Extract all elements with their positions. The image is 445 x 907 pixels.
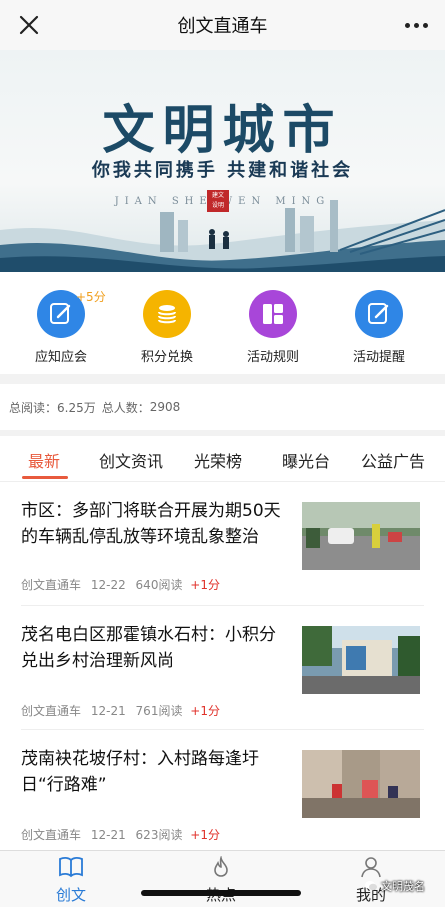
article-points: +1分 [190,828,220,842]
article-points: +1分 [190,704,220,718]
stats-bar: 总阅读： 6.25万 总人数： 2908 [0,384,445,430]
action-exchange-label: 积分兑换 [140,350,193,365]
reads-value: 6.25万 [57,400,96,415]
banner-headline: 文明城市 [102,100,343,161]
action-reminder[interactable]: 活动提醒 [334,290,424,365]
article-source: 创文直通车 [21,704,82,718]
coins-icon [143,290,191,338]
nav-hot[interactable]: 热点 [181,854,261,905]
article-date: 12-21 [90,704,126,718]
article-thumbnail [302,502,420,570]
nav-chuangwen[interactable]: 创文 [31,856,111,905]
banner-seal: 建文 设明 [207,190,229,212]
quick-actions: 应知应会 +5分 积分兑换 活动规则 活动提醒 [0,272,445,374]
action-reminder-label: 活动提醒 [352,350,405,365]
article-thumbnail [302,750,420,818]
people-value: 2908 [149,400,181,414]
article-thumbnail [302,626,420,694]
edit-icon [355,290,403,338]
article-meta: 创文直通车 12-21 623阅读 +1分 [21,826,220,843]
more-icon[interactable] [401,10,431,40]
book-icon [31,856,111,882]
active-tab-indicator [22,476,68,479]
nav-label: 创文 [55,886,86,904]
tab-public-ads[interactable]: 公益广告 [361,448,425,472]
action-bonus-badge: +5分 [76,290,106,304]
watermark-text: 文明茂名 [381,880,425,893]
watermark: 文明茂名 [364,878,425,894]
article-source: 创文直通车 [21,578,82,592]
action-rules[interactable]: 活动规则 [228,290,318,365]
article-date: 12-22 [90,578,126,592]
flame-icon [181,854,261,882]
action-rules-label: 活动规则 [246,350,299,365]
tab-latest[interactable]: 最新 [28,448,60,472]
article-meta: 创文直通车 12-21 761阅读 +1分 [21,702,220,719]
tab-honor[interactable]: 光荣榜 [194,448,242,472]
tab-news[interactable]: 创文资讯 [99,448,163,472]
action-learn[interactable]: 应知应会 +5分 [16,290,106,365]
chat-icon [365,881,377,891]
article-meta: 创文直通车 12-22 640阅读 +1分 [21,576,220,593]
app-page: 创文直通车 文明城市 你我共同携手 共建和谐社会 JIAN SHE WEN MI… [0,0,445,907]
article-source: 创文直通车 [21,828,82,842]
list-item[interactable]: 茂南袂花坡仔村：入村路每逢圩日“行路难” 创文直通车 12-21 623阅读 +… [0,730,445,854]
article-date: 12-21 [90,828,126,842]
tab-exposure[interactable]: 曝光台 [282,448,330,472]
list-item[interactable]: 市区：多部门将联合开展为期50天的车辆乱停乱放等环境乱象整治 创文直通车 12-… [0,482,445,606]
action-learn-label: 应知应会 [34,350,87,365]
article-reads: 623阅读 [135,828,183,842]
people-label: 总人数： [101,400,150,415]
list-item[interactable]: 茂名电白区那霍镇水石村：小积分兑出乡村治理新风尚 创文直通车 12-21 761… [0,606,445,730]
banner-subline: 你我共同携手 共建和谐社会 [91,160,354,181]
reads-label: 总阅读： [9,400,58,415]
top-bar: 创文直通车 [0,0,445,50]
action-exchange[interactable]: 积分兑换 [122,290,212,365]
banner-image[interactable]: 文明城市 你我共同携手 共建和谐社会 JIAN SHE WEN MING 建文设… [0,50,445,272]
grid-icon [249,290,297,338]
article-points: +1分 [190,578,220,592]
article-reads: 761阅读 [135,704,183,718]
article-reads: 640阅读 [135,578,183,592]
close-icon[interactable] [14,10,44,40]
page-title: 创文直通车 [177,16,268,37]
article-title: 茂南袂花坡仔村：入村路每逢圩日“行路难” [21,749,259,795]
article-list: 市区：多部门将联合开展为期50天的车辆乱停乱放等环境乱象整治 创文直通车 12-… [0,482,445,850]
category-tabs: 最新 创文资讯 光荣榜 曝光台 公益广告 [0,436,445,482]
article-title: 茂名电白区那霍镇水石村：小积分兑出乡村治理新风尚 [21,625,276,671]
home-indicator[interactable] [141,890,301,896]
article-title: 市区：多部门将联合开展为期50天的车辆乱停乱放等环境乱象整治 [21,501,281,547]
